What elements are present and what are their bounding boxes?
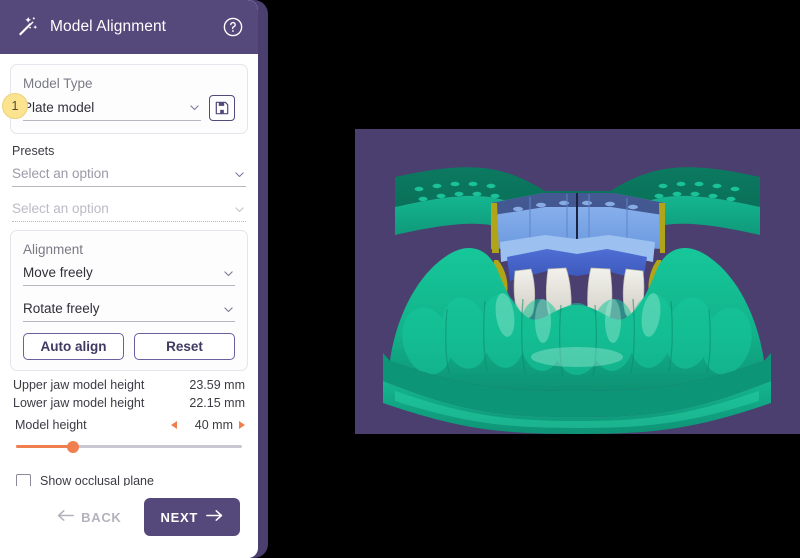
metric-row: Lower jaw model height 22.15 mm [13, 395, 245, 412]
blue-plate-blocks [491, 193, 665, 281]
arrow-left-icon[interactable] [171, 421, 177, 429]
panel-body: 1 Model Type Plate model Presets Select … [0, 54, 258, 486]
step-badge: 1 [2, 93, 28, 119]
model-type-card: 1 Model Type Plate model [2, 64, 248, 134]
model-height-value: 40 mm [194, 418, 233, 432]
checkbox-show-occlusal-plane[interactable]: Show occlusal plane [16, 473, 242, 486]
chevron-down-icon [233, 168, 246, 181]
save-preset-button[interactable] [209, 95, 235, 121]
model-alignment-panel: Model Alignment 1 Model Type Plate model [0, 0, 258, 558]
arrow-right-icon [206, 509, 223, 525]
model-metrics: Upper jaw model height 23.59 mm Lower ja… [10, 377, 248, 412]
model-type-dropdown[interactable]: Plate model [23, 96, 201, 121]
chevron-down-icon [222, 267, 235, 280]
back-button[interactable]: BACK [51, 501, 127, 533]
arrow-left-icon [57, 509, 75, 525]
magic-wand-icon [16, 15, 40, 39]
chevron-down-icon [233, 203, 246, 216]
presets-group: Presets Select an option Select an optio… [10, 143, 248, 222]
page-title: Model Alignment [50, 18, 167, 35]
metric-value: 23.59 mm [189, 378, 245, 392]
move-mode-dropdown[interactable]: Move freely [23, 261, 235, 286]
next-button[interactable]: NEXT [143, 498, 240, 536]
view-options: Show occlusal plane Auto hide view obstr… [10, 473, 248, 486]
metric-value: 22.15 mm [189, 396, 245, 410]
move-mode-value: Move freely [23, 265, 93, 280]
panel-footer: BACK NEXT [0, 486, 258, 558]
checkbox-label: Show occlusal plane [40, 474, 154, 486]
next-button-label: NEXT [160, 509, 198, 525]
preset-primary-value: Select an option [12, 166, 109, 181]
help-circle-icon[interactable] [222, 16, 244, 38]
preset-secondary-dropdown: Select an option [12, 197, 246, 222]
save-floppy-icon [215, 101, 229, 115]
metric-label: Upper jaw model height [13, 378, 145, 392]
model-height-slider[interactable] [16, 439, 242, 455]
model-height-label: Model height [15, 418, 87, 432]
3d-dental-model-viewer[interactable] [355, 129, 800, 434]
dental-model-render [355, 129, 800, 434]
reset-button[interactable]: Reset [134, 333, 235, 360]
checkbox-box[interactable] [16, 473, 31, 486]
model-height-row: Model height 40 mm [10, 416, 248, 434]
rotate-mode-dropdown[interactable]: Rotate freely [23, 297, 235, 322]
alignment-label: Alignment [23, 242, 84, 257]
preset-secondary-value: Select an option [12, 201, 109, 216]
slider-thumb[interactable] [66, 441, 79, 453]
presets-label: Presets [12, 144, 55, 158]
margin-yellow-right [659, 203, 665, 253]
alignment-card: Alignment Move freely Rotate freely Auto… [10, 230, 248, 371]
auto-align-button[interactable]: Auto align [23, 333, 124, 360]
metric-label: Lower jaw model height [13, 396, 145, 410]
chevron-down-icon [188, 101, 201, 114]
preset-primary-dropdown[interactable]: Select an option [12, 162, 246, 187]
model-type-value: Plate model [23, 99, 95, 115]
panel-header: Model Alignment [0, 0, 258, 54]
arrow-right-icon[interactable] [239, 421, 245, 429]
panel-frame: Model Alignment 1 Model Type Plate model [0, 0, 268, 558]
back-button-label: BACK [81, 509, 122, 525]
chevron-down-icon [222, 303, 235, 316]
rotate-mode-value: Rotate freely [23, 301, 100, 316]
metric-row: Upper jaw model height 23.59 mm [13, 377, 245, 394]
model-type-label: Model Type [23, 76, 93, 91]
slider-fill [16, 445, 73, 448]
